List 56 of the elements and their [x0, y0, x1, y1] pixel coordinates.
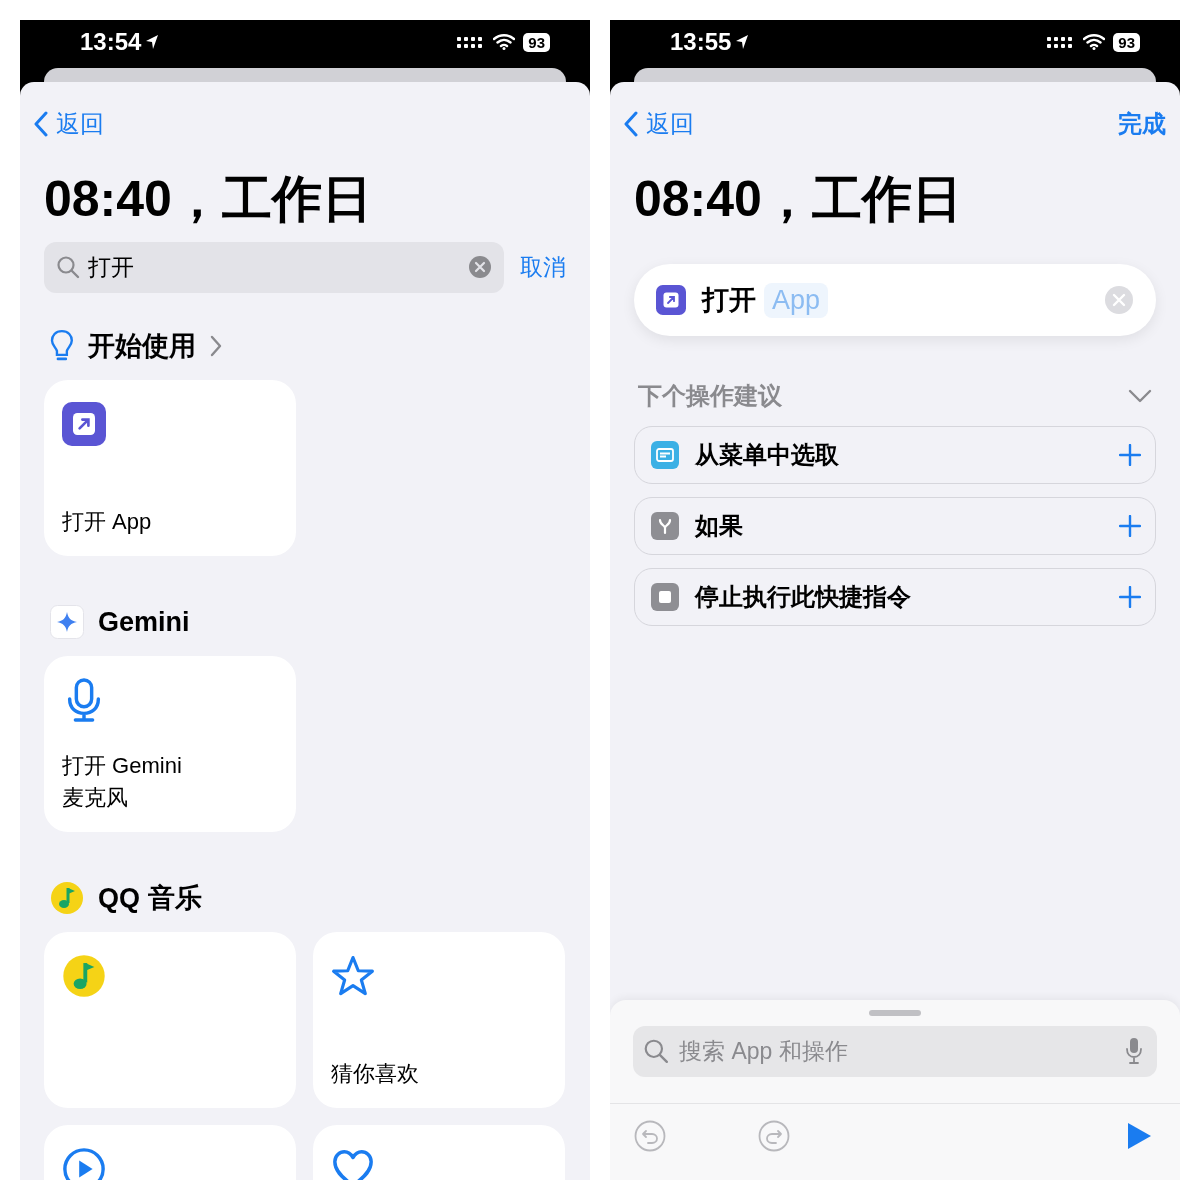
status-time: 13:54: [80, 28, 142, 56]
tile-label: 打开 Gemini 麦克风: [62, 752, 183, 812]
wifi-icon: [1083, 34, 1106, 50]
menu-list-icon: [651, 441, 679, 469]
section-title[interactable]: Gemini: [98, 606, 190, 638]
shortcut-tile[interactable]: [44, 932, 296, 1108]
plus-icon[interactable]: [1119, 444, 1141, 466]
section-title[interactable]: QQ 音乐: [98, 880, 202, 916]
sheet-handle[interactable]: [869, 1010, 921, 1016]
location-arrow-icon: [145, 34, 160, 50]
tile-label: 猜你喜欢: [331, 1060, 420, 1088]
suggestion-row[interactable]: 从菜单中选取: [634, 426, 1156, 484]
redo-icon[interactable]: [758, 1120, 790, 1152]
lightbulb-icon: [50, 329, 74, 363]
section-title[interactable]: 开始使用: [87, 328, 196, 364]
microphone-icon[interactable]: [1125, 1037, 1143, 1065]
suggestion-row[interactable]: 如果: [634, 497, 1156, 555]
stop-icon: [651, 583, 679, 611]
battery-level: 93: [523, 32, 550, 52]
back-button[interactable]: 返回: [34, 108, 104, 140]
clear-icon[interactable]: [468, 255, 492, 279]
action-verb: 打开: [702, 284, 756, 317]
page-title: 08:40，工作日: [44, 170, 373, 228]
done-button[interactable]: 完成: [1118, 108, 1166, 140]
tile-label: 打开 App: [62, 508, 153, 536]
back-chevron-icon: [624, 111, 638, 137]
plus-icon[interactable]: [1119, 515, 1141, 537]
plus-icon[interactable]: [1119, 586, 1141, 608]
page-title: 08:40，工作日: [634, 170, 963, 228]
branch-icon: [651, 512, 679, 540]
search-icon: [56, 255, 80, 279]
open-app-icon: [62, 402, 106, 446]
search-field[interactable]: 打开: [44, 242, 504, 293]
shortcut-tile[interactable]: 猜你喜欢: [313, 932, 565, 1108]
play-icon[interactable]: [1126, 1122, 1152, 1150]
battery-level: 93: [1113, 32, 1140, 52]
back-button[interactable]: 返回: [624, 108, 694, 140]
suggestions-title: 下个操作建议: [638, 381, 782, 411]
shortcut-tile[interactable]: 打开 App: [44, 380, 296, 556]
search-field[interactable]: 搜索 App 和操作: [633, 1026, 1157, 1077]
status-time: 13:55: [670, 28, 732, 56]
chevron-down-icon[interactable]: [1128, 389, 1152, 403]
open-app-icon: [656, 285, 686, 315]
shortcut-tile[interactable]: 打开 Gemini 麦克风: [44, 656, 296, 832]
heart-icon: [331, 1147, 375, 1180]
location-arrow-icon: [735, 34, 750, 50]
back-chevron-icon: [34, 111, 48, 137]
wifi-icon: [493, 34, 516, 50]
music-note-icon: [50, 881, 84, 915]
search-icon: [643, 1038, 669, 1064]
star-icon: [331, 954, 375, 998]
sparkle-icon: [50, 605, 84, 639]
undo-icon[interactable]: [634, 1120, 666, 1152]
music-note-icon: [62, 954, 106, 998]
cancel-button[interactable]: 取消: [520, 252, 566, 283]
suggestion-row[interactable]: 停止执行此快捷指令: [634, 568, 1156, 626]
